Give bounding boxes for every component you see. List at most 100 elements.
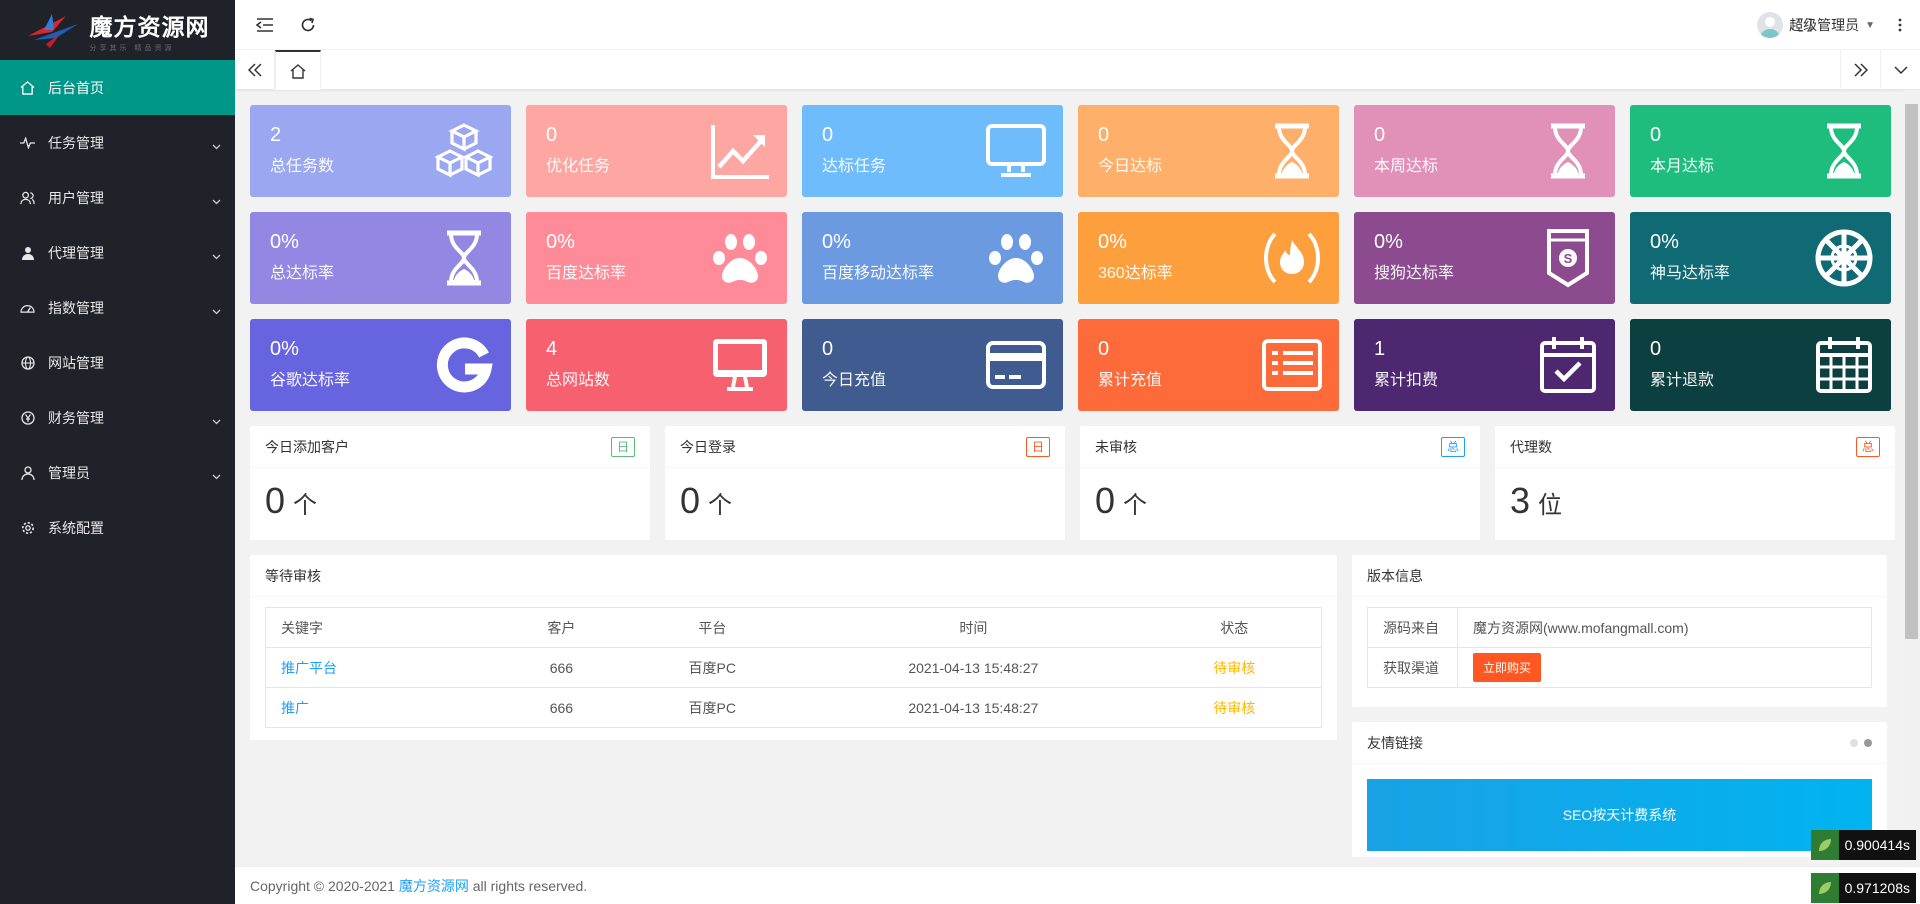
footer-link[interactable]: 魔方资源网 bbox=[399, 876, 469, 896]
counter-title: 代理数 bbox=[1510, 438, 1552, 455]
period-badge: 日 bbox=[1025, 436, 1050, 457]
more-button[interactable] bbox=[1890, 15, 1910, 35]
tab-scroll-left-button[interactable] bbox=[235, 50, 275, 90]
paw-icon bbox=[985, 228, 1047, 288]
perf-time: 0.900414s bbox=[1844, 837, 1910, 853]
counter-value: 0 bbox=[1095, 480, 1116, 521]
stat-card[interactable]: 0% 搜狗达标率 S bbox=[1354, 212, 1615, 304]
stat-card[interactable]: 0% 神马达标率 bbox=[1630, 212, 1891, 304]
sidebar-item-label: 任务管理 bbox=[48, 134, 104, 151]
column-header: 平台 bbox=[625, 607, 800, 648]
svg-text:S: S bbox=[1564, 251, 1573, 266]
calendar-check-icon bbox=[1537, 335, 1599, 395]
keyword-link[interactable]: 推广平台 bbox=[281, 660, 337, 676]
stat-card[interactable]: 0% 360达标率 bbox=[1078, 212, 1339, 304]
footer: Copyright © 2020-2021 魔方资源网 all rights r… bbox=[235, 866, 1920, 904]
sidebar-menu: 后台首页任务管理用户管理代理管理指数管理网站管理财务管理管理员 系统配置 bbox=[0, 60, 235, 555]
sidebar-item-label: 网站管理 bbox=[48, 354, 104, 371]
column-header: 状态 bbox=[1147, 607, 1322, 648]
perf-badge: 0.900414s bbox=[1810, 830, 1916, 860]
chevron-down-icon bbox=[212, 192, 221, 208]
logo-mark-icon bbox=[27, 14, 78, 48]
column-header: 客户 bbox=[497, 607, 626, 648]
counter-card: 今日添加客户 日 0 个 bbox=[250, 426, 650, 540]
stat-card[interactable]: 2 总任务数 bbox=[250, 105, 511, 197]
sidebar-item-1[interactable]: 任务管理 bbox=[0, 115, 235, 170]
sidebar-item-5[interactable]: 网站管理 bbox=[0, 335, 235, 390]
stat-card[interactable]: 0 今日达标 bbox=[1078, 105, 1339, 197]
column-header: 关键字 bbox=[265, 607, 498, 648]
stat-card[interactable]: 4 总网站数 bbox=[526, 319, 787, 411]
wheel-icon bbox=[1813, 228, 1875, 288]
sidebar-item-label: 用户管理 bbox=[48, 189, 104, 206]
pending-table: 关键字 客户 平台 时间 状态 推广平台 666 百度PC 2021-04-13 15:48:… bbox=[265, 607, 1322, 728]
sidebar-item-4[interactable]: 指数管理 bbox=[0, 280, 235, 335]
menu-collapse-button[interactable] bbox=[255, 15, 275, 35]
brand-subtitle: 分享其乐 精品资源 bbox=[89, 44, 175, 52]
page-scrollbar[interactable] bbox=[1903, 90, 1920, 866]
customer-cell: 666 bbox=[497, 687, 626, 728]
carousel-dot-active[interactable] bbox=[1864, 738, 1872, 747]
stat-card[interactable]: 0% 百度移动达标率 bbox=[802, 212, 1063, 304]
counter-title: 今日登录 bbox=[680, 438, 736, 455]
stat-card[interactable]: 0% 百度达标率 bbox=[526, 212, 787, 304]
stat-card[interactable]: 0 今日充值 bbox=[802, 319, 1063, 411]
home-icon bbox=[20, 80, 35, 95]
sidebar-item-label: 指数管理 bbox=[48, 299, 104, 316]
sidebar-item-0[interactable]: 后台首页 bbox=[0, 60, 235, 115]
stat-card[interactable]: 0 累计退款 bbox=[1630, 319, 1891, 411]
friend-links-panel: 友情链接 SEO按天计费系统 bbox=[1352, 722, 1887, 857]
stat-card[interactable]: 0 本月达标 bbox=[1630, 105, 1891, 197]
paw-icon bbox=[709, 228, 771, 288]
tab-actions-dropdown[interactable] bbox=[1880, 50, 1920, 90]
carousel-dot[interactable] bbox=[1850, 738, 1858, 747]
channel-label: 获取渠道 bbox=[1367, 647, 1458, 688]
tab-scroll-right-button[interactable] bbox=[1840, 50, 1880, 90]
stat-card[interactable]: 1 累计扣费 bbox=[1354, 319, 1615, 411]
stat-card[interactable]: 0 达标任务 bbox=[802, 105, 1063, 197]
more-vertical-icon bbox=[1898, 18, 1902, 32]
brand-title: 魔方资源网 bbox=[89, 13, 210, 41]
counter-cards: 今日添加客户日 0 个今日登录日 0 个未审核总 0 个代理数总 3 位 bbox=[250, 426, 1895, 540]
admin-icon bbox=[20, 465, 35, 480]
tab-bar bbox=[235, 50, 1920, 90]
buy-now-button[interactable]: 立即购买 bbox=[1473, 653, 1542, 682]
sidebar-item-label: 后台首页 bbox=[48, 79, 104, 96]
pulse-icon bbox=[20, 135, 35, 150]
hourglass-icon bbox=[1537, 121, 1599, 181]
hourglass-icon bbox=[1261, 121, 1323, 181]
stat-card[interactable]: 0% 谷歌达标率 bbox=[250, 319, 511, 411]
double-chevron-right-icon bbox=[1853, 63, 1868, 77]
chevron-down-icon bbox=[212, 302, 221, 318]
sidebar-item-2[interactable]: 用户管理 bbox=[0, 170, 235, 225]
stat-card[interactable]: 0 累计充值 bbox=[1078, 319, 1339, 411]
seo-banner[interactable]: SEO按天计费系统 bbox=[1367, 779, 1872, 851]
sidebar: 魔方资源网 分享其乐 精品资源 后台首页任务管理用户管理代理管理指数管理网站管理… bbox=[0, 0, 235, 904]
menu-fold-icon bbox=[256, 18, 273, 32]
counter-unit: 个 bbox=[1123, 492, 1148, 519]
stat-card[interactable]: 0 本周达标 bbox=[1354, 105, 1615, 197]
tab-home[interactable] bbox=[275, 50, 321, 90]
sidebar-item-label: 财务管理 bbox=[48, 409, 104, 426]
sidebar-item-7[interactable]: 管理员 bbox=[0, 445, 235, 500]
status-badge: 待审核 bbox=[1213, 659, 1256, 676]
counter-value: 0 bbox=[680, 480, 701, 521]
sidebar-item-3[interactable]: 代理管理 bbox=[0, 225, 235, 280]
main-content: 2 总任务数 0 优化任务 0 达标任务 0 今日达标 0 本周达标 0 本月达标 0% 总达标率 0% 百度… bbox=[235, 90, 1903, 866]
counter-value: 3 bbox=[1510, 480, 1531, 521]
refresh-button[interactable] bbox=[298, 15, 318, 35]
sidebar-item-6[interactable]: 财务管理 bbox=[0, 390, 235, 445]
list-icon bbox=[1261, 335, 1323, 395]
counter-unit: 位 bbox=[1538, 492, 1563, 519]
hourglass-icon bbox=[433, 228, 495, 288]
sidebar-item-8[interactable]: 系统配置 bbox=[0, 500, 235, 555]
keyword-link[interactable]: 推广 bbox=[281, 700, 309, 716]
top-header: 超级管理员 ▼ bbox=[235, 0, 1920, 50]
stat-card[interactable]: 0% 总达标率 bbox=[250, 212, 511, 304]
user-menu[interactable]: 超级管理员 ▼ bbox=[1757, 12, 1875, 38]
sidebar-item-label: 代理管理 bbox=[48, 244, 104, 261]
stat-card[interactable]: 0 优化任务 bbox=[526, 105, 787, 197]
logo[interactable]: 魔方资源网 分享其乐 精品资源 bbox=[0, 0, 235, 60]
counter-title: 未审核 bbox=[1095, 438, 1137, 455]
app-root: 魔方资源网 分享其乐 精品资源 后台首页任务管理用户管理代理管理指数管理网站管理… bbox=[0, 0, 1920, 904]
